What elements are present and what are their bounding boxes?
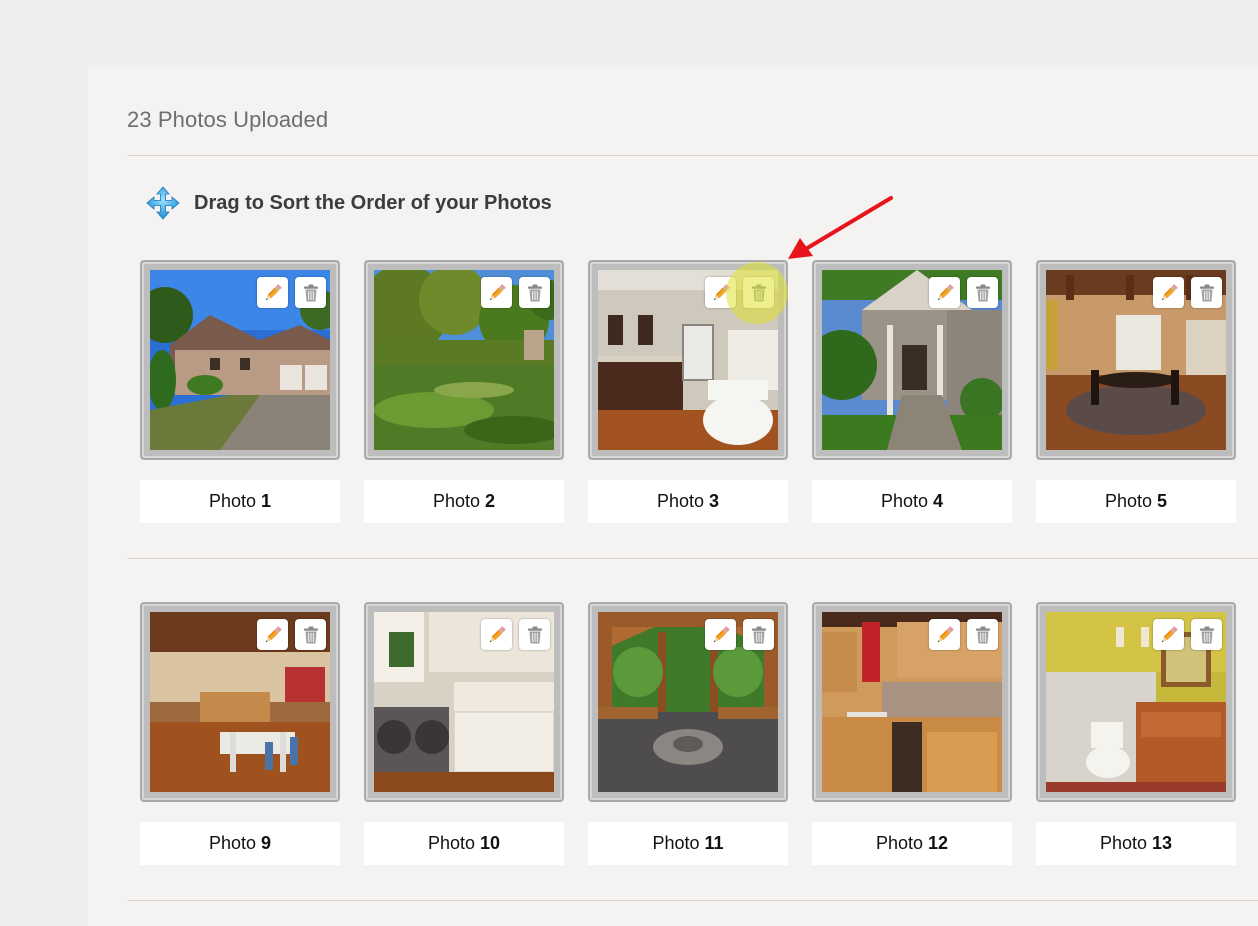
photo-card[interactable] (364, 602, 564, 802)
pencil-icon (489, 283, 506, 300)
photo-label: Photo 12 (812, 822, 1012, 865)
edit-photo-button[interactable] (481, 619, 512, 650)
delete-photo-button[interactable] (967, 277, 998, 308)
pencil-icon (713, 625, 730, 642)
edit-photo-button[interactable] (1153, 277, 1184, 308)
row-divider (127, 558, 1258, 559)
photo-card[interactable] (812, 260, 1012, 460)
delete-photo-button[interactable] (967, 619, 998, 650)
photo-card[interactable] (588, 602, 788, 802)
photo-number: 13 (1152, 833, 1173, 853)
photo-label: Photo 9 (140, 822, 340, 865)
edit-photo-button[interactable] (257, 277, 288, 308)
edit-photo-button[interactable] (257, 619, 288, 650)
photo-label: Photo 3 (588, 480, 788, 523)
pencil-icon (489, 625, 506, 642)
trash-icon (975, 626, 990, 643)
photo-label: Photo 13 (1036, 822, 1236, 865)
photo-label-word: Photo (1099, 833, 1147, 853)
click-highlight (726, 262, 788, 324)
trash-icon (1199, 626, 1214, 643)
photo-label-word: Photo (208, 833, 257, 853)
delete-photo-button[interactable] (519, 277, 550, 308)
photo-card[interactable] (1036, 602, 1236, 802)
photo-card[interactable] (364, 260, 564, 460)
trash-icon (527, 626, 542, 643)
pencil-icon (1161, 283, 1178, 300)
photo-label: Photo 2 (364, 480, 564, 523)
trash-icon (1199, 284, 1214, 301)
trash-icon (303, 284, 318, 301)
photo-card[interactable] (140, 602, 340, 802)
trash-icon (975, 284, 990, 301)
photo-label: Photo 11 (588, 822, 788, 865)
delete-photo-button[interactable] (743, 619, 774, 650)
photo-label-word: Photo (1104, 491, 1153, 511)
divider (127, 155, 1258, 156)
edit-photo-button[interactable] (929, 277, 960, 308)
photo-card[interactable] (140, 260, 340, 460)
pencil-icon (937, 625, 954, 642)
sort-title: Drag to Sort the Order of your Photos (194, 191, 552, 214)
photo-number: 10 (480, 833, 501, 853)
edit-photo-button[interactable] (1153, 619, 1184, 650)
delete-photo-button[interactable] (295, 619, 326, 650)
photo-label-word: Photo (208, 491, 257, 511)
photo-number: 12 (928, 833, 949, 853)
photo-label-word: Photo (875, 833, 923, 853)
uploaded-count: 23 Photos Uploaded (127, 107, 329, 132)
delete-photo-button[interactable] (295, 277, 326, 308)
photo-label: Photo 1 (140, 480, 340, 523)
pencil-icon (1161, 625, 1178, 642)
photo-number: 2 (485, 491, 496, 511)
move-arrows-icon (146, 186, 180, 220)
photo-number: 5 (1157, 491, 1168, 511)
pencil-icon (265, 625, 282, 642)
delete-photo-button[interactable] (1191, 277, 1222, 308)
photo-number: 9 (261, 833, 272, 853)
photo-card[interactable] (812, 602, 1012, 802)
sort-header: Drag to Sort the Order of your Photos (146, 186, 552, 220)
photo-label-word: Photo (432, 491, 481, 511)
delete-photo-button[interactable] (1191, 619, 1222, 650)
photo-label: Photo 5 (1036, 480, 1236, 523)
photo-label-word: Photo (427, 833, 475, 853)
edit-photo-button[interactable] (481, 277, 512, 308)
photo-number: 11 (704, 833, 724, 853)
annotation-arrow (788, 196, 893, 259)
edit-photo-button[interactable] (705, 619, 736, 650)
photo-label-word: Photo (652, 833, 700, 853)
photo-number: 3 (709, 491, 720, 511)
photo-card[interactable] (1036, 260, 1236, 460)
photo-label-word: Photo (880, 491, 929, 511)
trash-icon (751, 626, 766, 643)
photo-number: 1 (261, 491, 272, 511)
pencil-icon (937, 283, 954, 300)
edit-photo-button[interactable] (929, 619, 960, 650)
photo-label: Photo 4 (812, 480, 1012, 523)
trash-icon (527, 284, 542, 301)
row-divider (127, 900, 1258, 901)
photo-label-word: Photo (656, 491, 705, 511)
trash-icon (303, 626, 318, 643)
delete-photo-button[interactable] (519, 619, 550, 650)
photo-number: 4 (933, 491, 944, 511)
photo-label: Photo 10 (364, 822, 564, 865)
pencil-icon (265, 283, 282, 300)
